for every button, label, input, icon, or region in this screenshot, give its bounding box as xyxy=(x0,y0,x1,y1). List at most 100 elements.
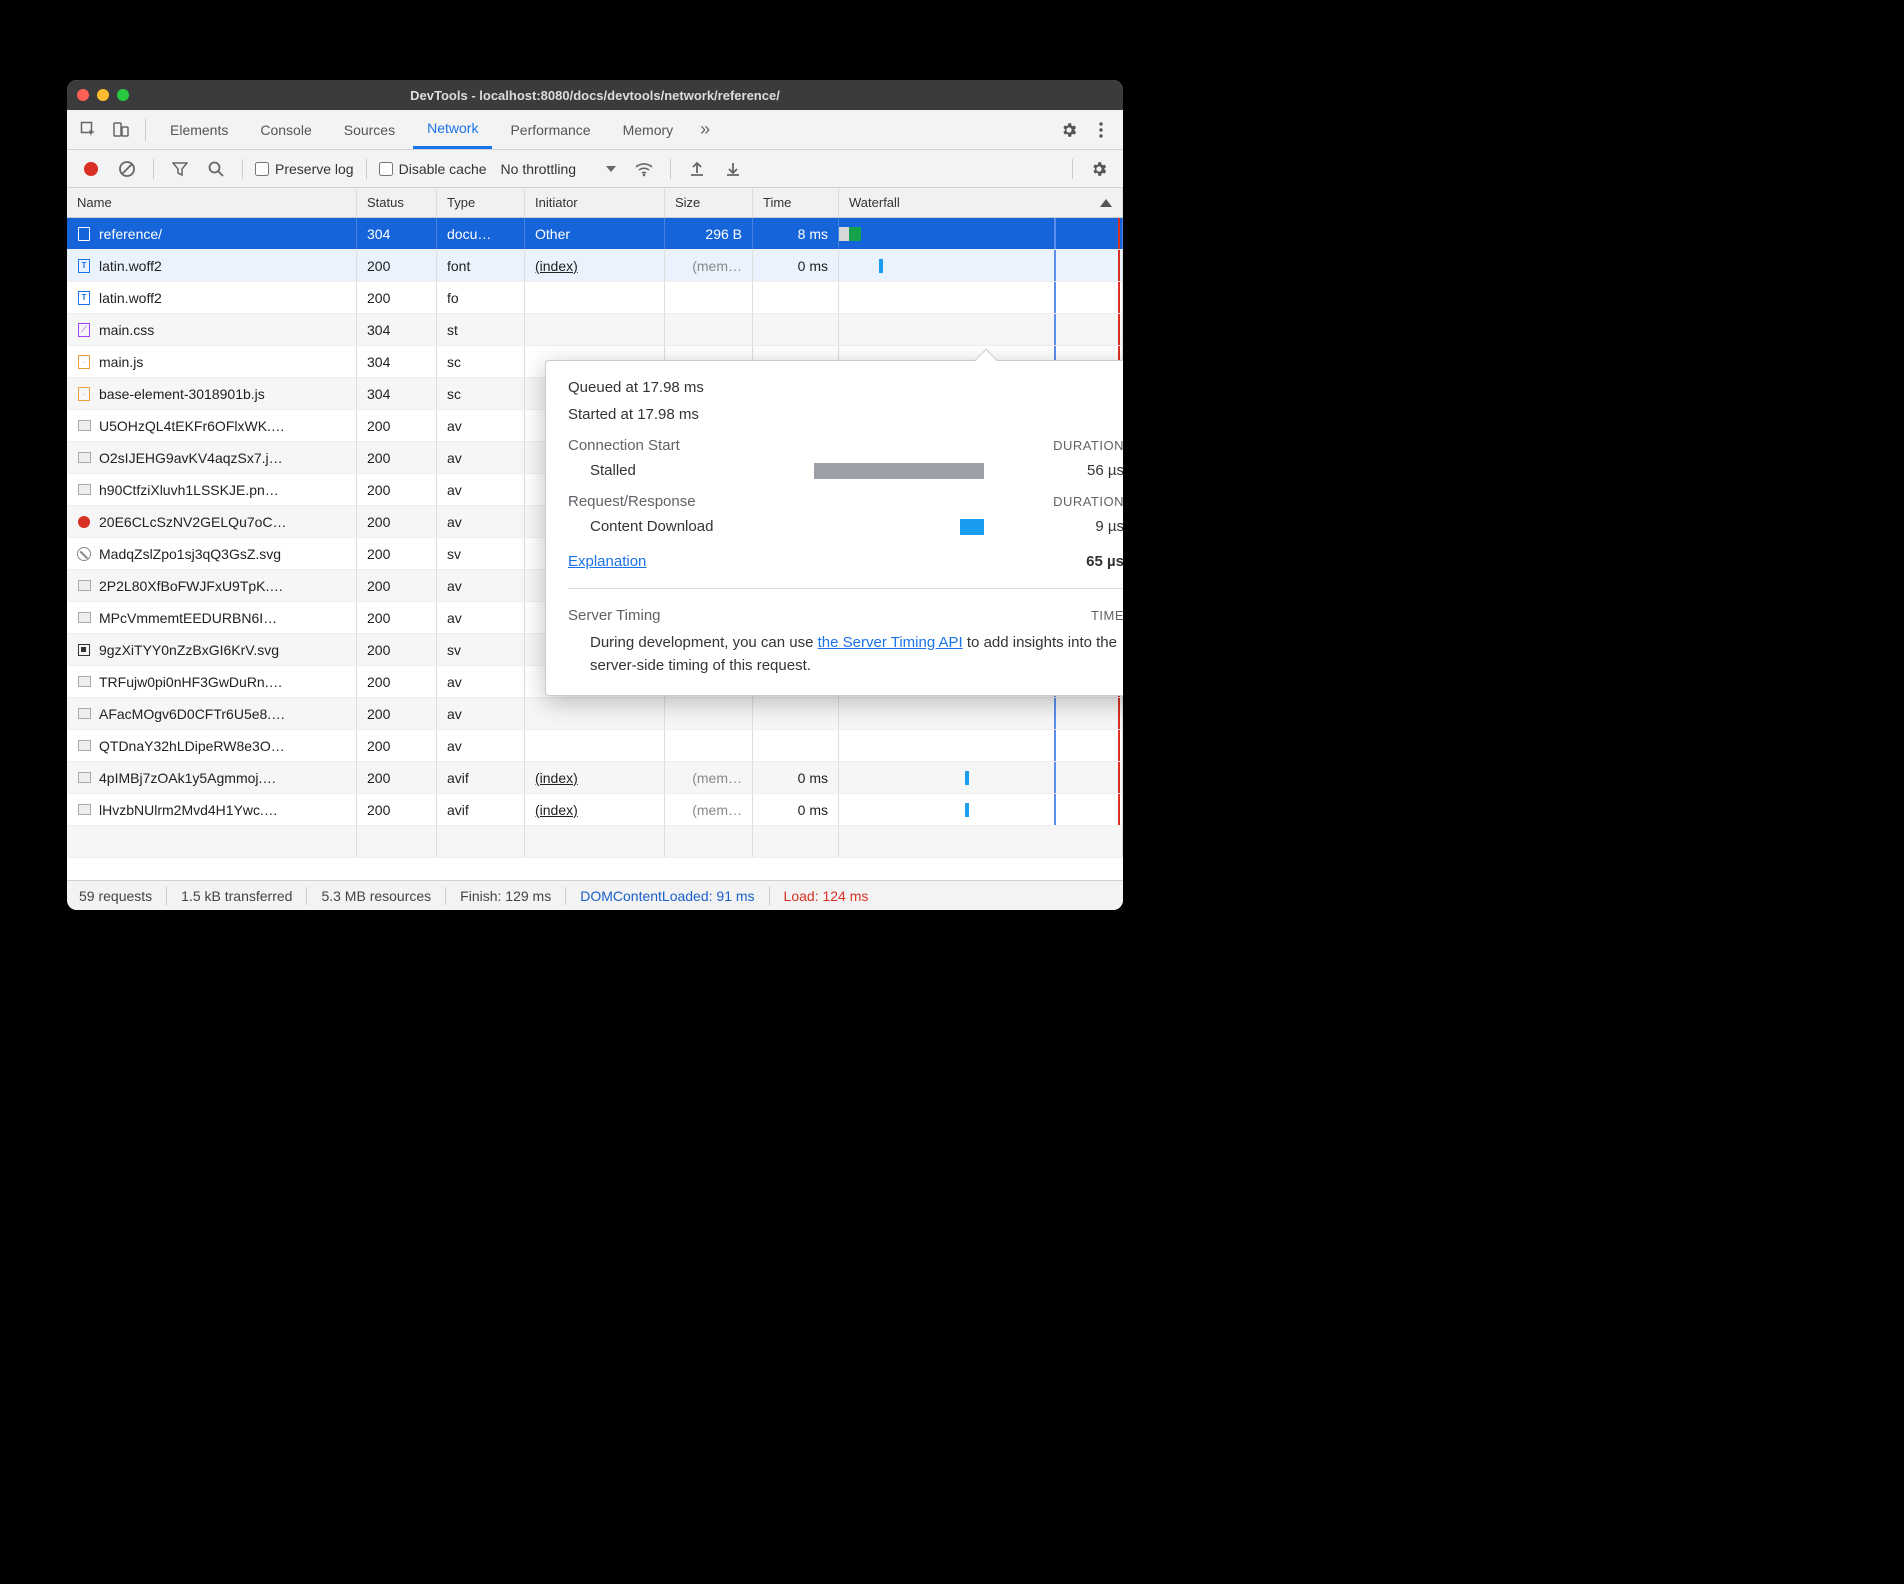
column-name[interactable]: Name xyxy=(67,188,357,217)
cell-initiator xyxy=(525,282,665,313)
cell-status: 200 xyxy=(357,634,437,665)
cell-status: 200 xyxy=(357,730,437,761)
table-row[interactable]: Tlatin.woff2200fo xyxy=(67,282,1123,314)
image-icon xyxy=(77,675,91,689)
table-row[interactable]: ⟋main.css304st xyxy=(67,314,1123,346)
search-icon[interactable] xyxy=(202,155,230,183)
throttling-value: No throttling xyxy=(501,161,576,177)
svg-icon xyxy=(77,643,91,657)
cell-time xyxy=(753,730,839,761)
devtools-window: DevTools - localhost:8080/docs/devtools/… xyxy=(67,80,1123,910)
cell-name: lHvzbNUlrm2Mvd4H1Ywc.… xyxy=(67,794,357,825)
separator xyxy=(670,159,671,179)
cell-name: QTDnaY32hLDipeRW8e3O… xyxy=(67,730,357,761)
status-bar: 59 requests 1.5 kB transferred 5.3 MB re… xyxy=(67,880,1123,910)
upload-har-icon[interactable] xyxy=(683,155,711,183)
font-icon: T xyxy=(77,291,91,305)
column-waterfall[interactable]: Waterfall xyxy=(839,188,1123,217)
cell-type: st xyxy=(437,314,525,345)
table-row[interactable]: lHvzbNUlrm2Mvd4H1Ywc.…200avif(index)(mem… xyxy=(67,794,1123,826)
cell-waterfall xyxy=(839,762,1123,793)
column-status[interactable]: Status xyxy=(357,188,437,217)
more-tabs-button[interactable]: » xyxy=(691,116,719,144)
initiator-link[interactable]: (index) xyxy=(535,802,578,818)
close-window-button[interactable] xyxy=(77,89,89,101)
table-row[interactable]: QTDnaY32hLDipeRW8e3O…200av xyxy=(67,730,1123,762)
image-icon xyxy=(77,707,91,721)
column-type[interactable]: Type xyxy=(437,188,525,217)
cell-name: ·main.js xyxy=(67,346,357,377)
network-conditions-icon[interactable] xyxy=(630,155,658,183)
device-toolbar-icon[interactable] xyxy=(107,116,135,144)
disable-cache-checkbox[interactable]: Disable cache xyxy=(379,161,487,177)
throttling-select[interactable]: No throttling xyxy=(495,161,622,177)
table-row[interactable]: Tlatin.woff2200font(index)(mem…0 ms xyxy=(67,250,1123,282)
disable-cache-input[interactable] xyxy=(379,162,393,176)
request-name: MadqZslZpo1sj3qQ3GsZ.svg xyxy=(99,546,281,562)
dcl-marker xyxy=(1054,218,1056,249)
cell-size: (mem… xyxy=(665,250,753,281)
cell-status: 200 xyxy=(357,698,437,729)
dcl-marker xyxy=(1054,762,1056,793)
table-row[interactable]: AFacMOgv6D0CFTr6U5e8.…200av xyxy=(67,698,1123,730)
tab-label: Network xyxy=(427,120,478,136)
cell-type: font xyxy=(437,250,525,281)
clear-button[interactable] xyxy=(113,155,141,183)
table-row[interactable]: reference/304docu…Other296 B8 ms xyxy=(67,218,1123,250)
column-time[interactable]: Time xyxy=(753,188,839,217)
load-marker xyxy=(1118,730,1120,761)
cell-name: U5OHzQL4tEKFr6OFlxWK.… xyxy=(67,410,357,441)
preserve-log-input[interactable] xyxy=(255,162,269,176)
kebab-menu-icon[interactable] xyxy=(1087,116,1115,144)
panel-tabstrip: Elements Console Sources Network Perform… xyxy=(67,110,1123,150)
request-name: reference/ xyxy=(99,226,162,242)
column-initiator[interactable]: Initiator xyxy=(525,188,665,217)
download-har-icon[interactable] xyxy=(719,155,747,183)
request-name: TRFujw0pi0nHF3GwDuRn.… xyxy=(99,674,283,690)
explanation-link[interactable]: Explanation xyxy=(568,553,646,570)
initiator-link[interactable]: (index) xyxy=(535,258,578,274)
cell-name: 9gzXiTYY0nZzBxGI6KrV.svg xyxy=(67,634,357,665)
cell-type: fo xyxy=(437,282,525,313)
tab-elements[interactable]: Elements xyxy=(156,111,242,149)
table-row[interactable]: 4pIMBj7zOAk1y5Agmmoj.…200avif(index)(mem… xyxy=(67,762,1123,794)
request-name: lHvzbNUlrm2Mvd4H1Ywc.… xyxy=(99,802,278,818)
cell-type: avif xyxy=(437,762,525,793)
stalled-value: 56 µs xyxy=(1064,462,1123,479)
script-icon: · xyxy=(77,355,91,369)
settings-icon[interactable] xyxy=(1055,116,1083,144)
image-icon xyxy=(77,771,91,785)
image-icon xyxy=(77,611,91,625)
time-label: TIME xyxy=(1091,608,1123,623)
server-timing-api-link[interactable]: the Server Timing API xyxy=(818,634,963,651)
minimize-window-button[interactable] xyxy=(97,89,109,101)
column-size[interactable]: Size xyxy=(665,188,753,217)
window-title: DevTools - localhost:8080/docs/devtools/… xyxy=(67,88,1123,103)
traffic-lights xyxy=(77,89,129,101)
load-marker xyxy=(1118,250,1120,281)
cell-initiator: Other xyxy=(525,218,665,249)
column-waterfall-label: Waterfall xyxy=(849,195,900,210)
initiator-link[interactable]: (index) xyxy=(535,770,578,786)
cell-status: 200 xyxy=(357,282,437,313)
dcl-marker xyxy=(1054,250,1056,281)
tab-console[interactable]: Console xyxy=(246,111,325,149)
tab-network[interactable]: Network xyxy=(413,111,492,149)
filter-icon[interactable] xyxy=(166,155,194,183)
tab-label: Console xyxy=(260,122,311,138)
preserve-log-checkbox[interactable]: Preserve log xyxy=(255,161,354,177)
tab-memory[interactable]: Memory xyxy=(609,111,688,149)
status-requests: 59 requests xyxy=(79,888,152,904)
cell-initiator xyxy=(525,314,665,345)
request-name: 4pIMBj7zOAk1y5Agmmoj.… xyxy=(99,770,276,786)
tab-label: Memory xyxy=(623,122,674,138)
maximize-window-button[interactable] xyxy=(117,89,129,101)
cell-status: 200 xyxy=(357,762,437,793)
record-button[interactable] xyxy=(77,155,105,183)
inspect-element-icon[interactable] xyxy=(75,116,103,144)
load-marker xyxy=(1118,282,1120,313)
tab-sources[interactable]: Sources xyxy=(330,111,409,149)
request-name: U5OHzQL4tEKFr6OFlxWK.… xyxy=(99,418,285,434)
tab-performance[interactable]: Performance xyxy=(496,111,604,149)
network-settings-icon[interactable] xyxy=(1085,155,1113,183)
